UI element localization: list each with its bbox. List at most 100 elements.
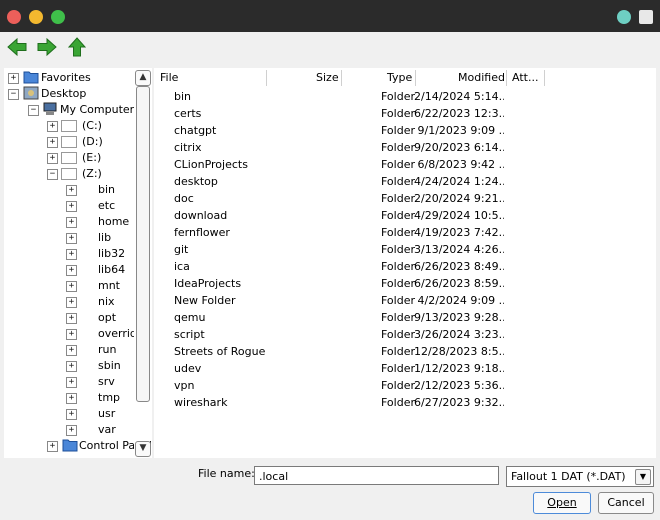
- expand-toggle[interactable]: +: [66, 377, 77, 388]
- tree-item-favorites[interactable]: + Favorites: [4, 70, 134, 86]
- window-option-icon[interactable]: [639, 10, 653, 24]
- minimize-window-button[interactable]: [29, 10, 43, 24]
- file-row[interactable]: IdeaProjects Folder 6/26/2023 8:59...: [154, 275, 514, 292]
- expand-toggle[interactable]: +: [66, 345, 77, 356]
- open-button[interactable]: Open: [533, 492, 591, 514]
- close-window-button[interactable]: [7, 10, 21, 24]
- file-row[interactable]: fernflower Folder 4/19/2023 7:42...: [154, 224, 514, 241]
- expand-toggle[interactable]: +: [66, 297, 77, 308]
- expand-toggle[interactable]: +: [47, 137, 58, 148]
- tree-item-drive[interactable]: + (C:): [4, 118, 134, 134]
- file-row[interactable]: doc Folder 2/20/2024 9:21...: [154, 190, 514, 207]
- file-row[interactable]: ica Folder 6/26/2023 8:49...: [154, 258, 514, 275]
- file-row[interactable]: udev Folder 1/12/2023 9:18...: [154, 360, 514, 377]
- chevron-down-icon[interactable]: ▼: [635, 469, 651, 485]
- column-header-type[interactable]: Type: [387, 70, 412, 86]
- expand-toggle[interactable]: +: [66, 329, 77, 340]
- file-row[interactable]: Streets of Rogue Folder 12/28/2023 8:5...: [154, 343, 514, 360]
- filename-input[interactable]: .local: [254, 466, 499, 485]
- tree-item-folder[interactable]: + home: [4, 214, 134, 230]
- up-button[interactable]: [66, 36, 88, 58]
- folder-icon: [158, 123, 174, 137]
- file-row[interactable]: download Folder 4/29/2024 10:5...: [154, 207, 514, 224]
- tree-item-folder[interactable]: + override: [4, 326, 144, 342]
- tree-item-folder[interactable]: + nix: [4, 294, 134, 310]
- window-menu-icon[interactable]: [617, 10, 631, 24]
- file-type: Folder: [381, 362, 415, 375]
- expand-toggle[interactable]: +: [66, 185, 77, 196]
- cancel-button[interactable]: Cancel: [598, 492, 654, 514]
- expand-toggle[interactable]: +: [66, 201, 77, 212]
- file-row[interactable]: desktop Folder 4/24/2024 1:24...: [154, 173, 514, 190]
- file-row[interactable]: New Folder Folder 4/2/2024 9:09 ...: [154, 292, 514, 309]
- column-header-size[interactable]: Size: [316, 70, 339, 86]
- tree-item-folder[interactable]: + run: [4, 342, 134, 358]
- tree-item-folder[interactable]: + srv: [4, 374, 134, 390]
- filetype-select[interactable]: Fallout 1 DAT (*.DAT) ▼: [506, 466, 654, 487]
- expand-toggle[interactable]: +: [47, 153, 58, 164]
- tree-item-folder[interactable]: + var: [4, 422, 134, 438]
- collapse-toggle[interactable]: −: [47, 169, 58, 180]
- column-header-file[interactable]: File: [160, 70, 178, 86]
- expand-toggle[interactable]: +: [66, 265, 77, 276]
- tree-item-desktop[interactable]: − Desktop: [4, 86, 134, 102]
- file-name: wireshark: [174, 396, 228, 409]
- column-header-attributes[interactable]: Att...: [512, 70, 538, 86]
- back-button[interactable]: [6, 36, 28, 58]
- expand-toggle[interactable]: +: [47, 441, 58, 452]
- tree-item-drive[interactable]: − (Z:): [4, 166, 134, 182]
- expand-toggle[interactable]: +: [66, 409, 77, 420]
- tree-item-folder[interactable]: + mnt: [4, 278, 134, 294]
- file-row[interactable]: wireshark Folder 6/27/2023 9:32...: [154, 394, 514, 411]
- open-label: Open: [547, 496, 577, 509]
- file-row[interactable]: bin Folder 2/14/2024 5:14...: [154, 88, 514, 105]
- folder-icon: [23, 71, 39, 84]
- file-row[interactable]: certs Folder 6/22/2023 12:3...: [154, 105, 514, 122]
- file-name: CLionProjects: [174, 158, 248, 171]
- column-header-modified[interactable]: Modified: [458, 70, 505, 86]
- file-type: Folder: [381, 379, 415, 392]
- expand-toggle[interactable]: +: [47, 121, 58, 132]
- expand-toggle[interactable]: +: [66, 233, 77, 244]
- expand-toggle[interactable]: +: [8, 73, 19, 84]
- file-list[interactable]: File Size Type Modified Att... bin Folder…: [154, 68, 656, 458]
- tree-item-folder[interactable]: + sbin: [4, 358, 134, 374]
- folder-icon: [80, 374, 96, 388]
- folder-icon: [80, 214, 96, 228]
- expand-toggle[interactable]: +: [66, 425, 77, 436]
- folder-tree[interactable]: + Favorites − Desktop − My Computer + (C:…: [4, 68, 152, 458]
- scroll-down-icon[interactable]: ▼: [135, 441, 151, 457]
- expand-toggle[interactable]: +: [66, 249, 77, 260]
- expand-toggle[interactable]: +: [66, 313, 77, 324]
- expand-toggle[interactable]: +: [66, 281, 77, 292]
- collapse-toggle[interactable]: −: [8, 89, 19, 100]
- tree-item-control-panel[interactable]: + Control Panel: [4, 438, 152, 454]
- file-row[interactable]: citrix Folder 9/20/2023 6:14...: [154, 139, 514, 156]
- tree-item-folder[interactable]: + etc: [4, 198, 134, 214]
- scroll-up-icon[interactable]: ▲: [135, 70, 151, 86]
- tree-item-folder[interactable]: + lib32: [4, 246, 134, 262]
- tree-item-folder[interactable]: + bin: [4, 182, 134, 198]
- tree-item-drive[interactable]: + (D:): [4, 134, 134, 150]
- tree-item-folder[interactable]: + lib: [4, 230, 134, 246]
- file-row[interactable]: vpn Folder 2/12/2023 5:36...: [154, 377, 514, 394]
- expand-toggle[interactable]: +: [66, 393, 77, 404]
- scrollbar-thumb[interactable]: [136, 86, 150, 402]
- file-row[interactable]: chatgpt Folder 9/1/2023 9:09 ...: [154, 122, 514, 139]
- file-row[interactable]: git Folder 3/13/2024 4:26...: [154, 241, 514, 258]
- tree-item-folder[interactable]: + usr: [4, 406, 134, 422]
- expand-toggle[interactable]: +: [66, 361, 77, 372]
- tree-item-my-computer[interactable]: − My Computer: [4, 102, 134, 118]
- collapse-toggle[interactable]: −: [28, 105, 39, 116]
- tree-item-folder[interactable]: + tmp: [4, 390, 134, 406]
- file-row[interactable]: script Folder 3/26/2024 3:23...: [154, 326, 514, 343]
- file-row[interactable]: CLionProjects Folder 6/8/2023 9:42 ...: [154, 156, 514, 173]
- tree-item-folder[interactable]: + lib64: [4, 262, 134, 278]
- forward-button[interactable]: [36, 36, 58, 58]
- tree-item-drive[interactable]: + (E:): [4, 150, 134, 166]
- maximize-window-button[interactable]: [51, 10, 65, 24]
- file-row[interactable]: qemu Folder 9/13/2023 9:28...: [154, 309, 514, 326]
- tree-scrollbar[interactable]: ▲ ▼: [134, 68, 151, 458]
- tree-item-folder[interactable]: + opt: [4, 310, 134, 326]
- expand-toggle[interactable]: +: [66, 217, 77, 228]
